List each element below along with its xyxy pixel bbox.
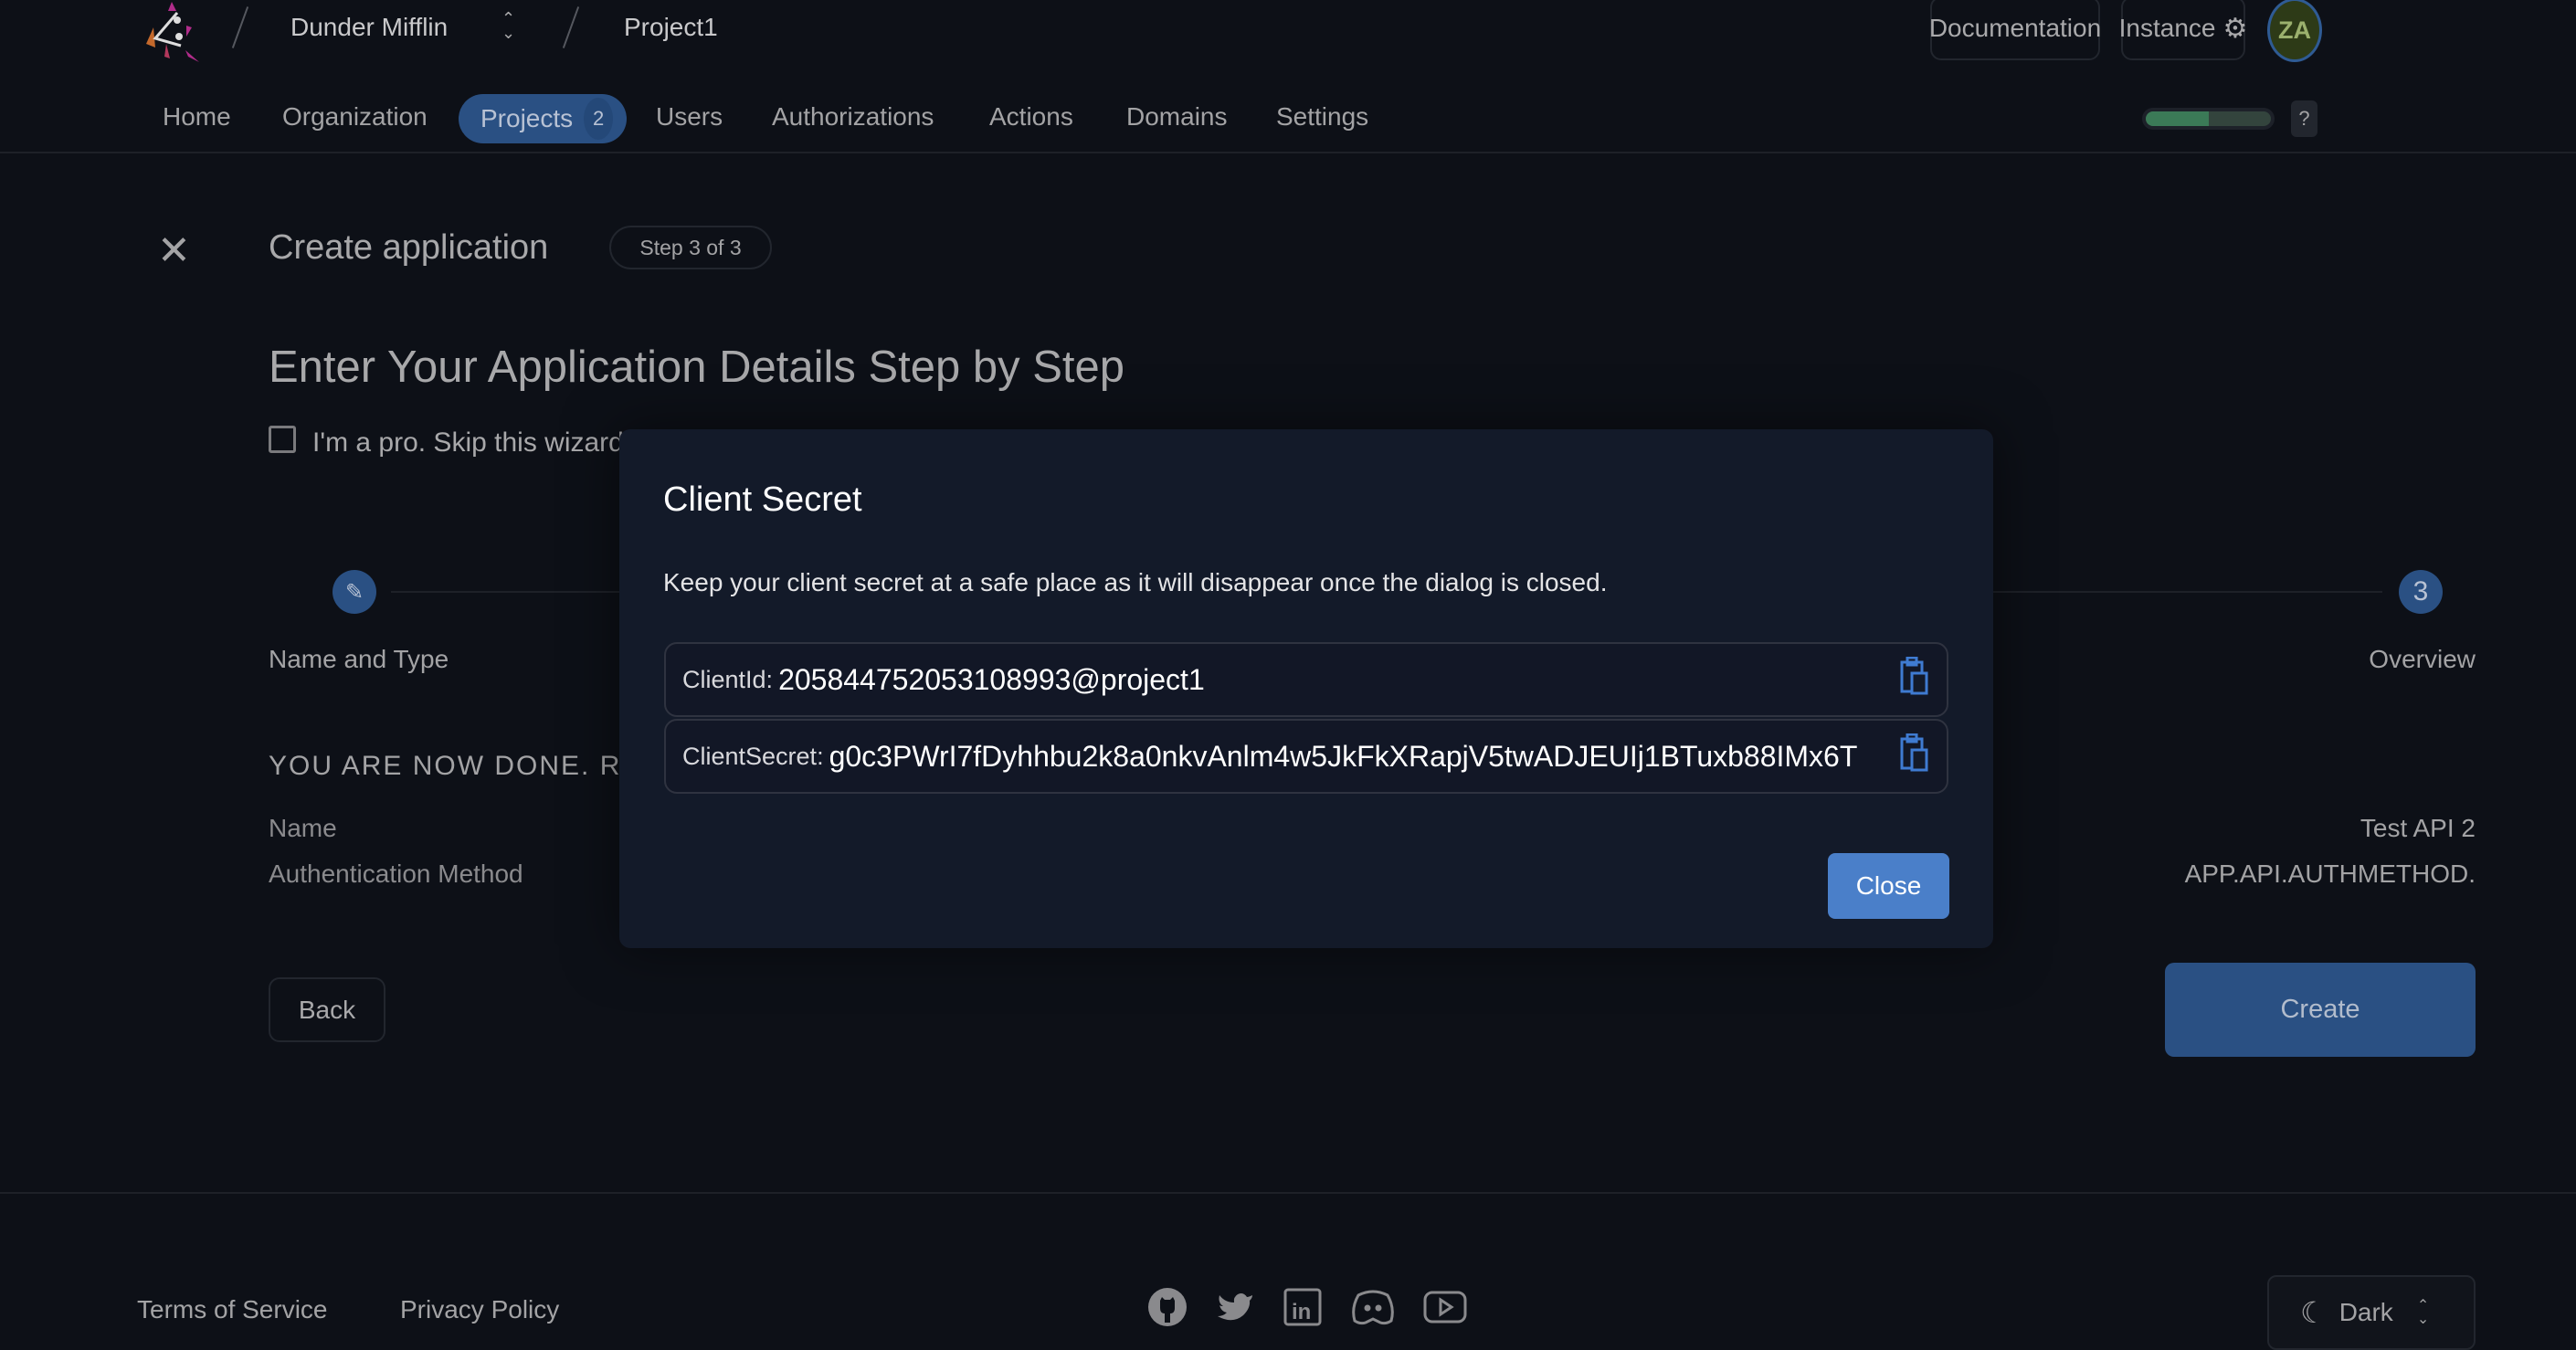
client-secret-label: ClientSecret: bbox=[682, 742, 824, 770]
org-selector[interactable]: Dunder Mifflin bbox=[290, 13, 448, 42]
avatar[interactable]: ZA bbox=[2267, 0, 2322, 62]
step-1-label: Name and Type bbox=[269, 645, 449, 673]
dialog-title: Client Secret bbox=[663, 480, 862, 519]
nav-actions[interactable]: Actions bbox=[989, 102, 1073, 132]
projects-count-badge: 2 bbox=[584, 98, 614, 140]
close-icon[interactable]: ✕ bbox=[157, 231, 191, 271]
project-breadcrumb[interactable]: Project1 bbox=[624, 13, 718, 42]
documentation-button[interactable]: Documentation bbox=[1928, 0, 2102, 60]
step-1-circle[interactable]: ✎ bbox=[333, 570, 376, 614]
clipboard-icon[interactable] bbox=[1899, 733, 1930, 779]
progress-bar bbox=[2142, 108, 2275, 130]
create-button[interactable]: Create bbox=[2165, 963, 2476, 1057]
logo-icon[interactable] bbox=[135, 0, 208, 62]
chevron-updown-icon: ⌃ ⌄ bbox=[2416, 1298, 2430, 1327]
summary-auth-value: APP.API.AUTHMETHOD. bbox=[2184, 860, 2476, 888]
create-label: Create bbox=[2280, 995, 2360, 1024]
breadcrumb-divider bbox=[231, 6, 249, 48]
step-3-label: Overview bbox=[2369, 645, 2476, 673]
instance-label: Instance bbox=[2118, 14, 2216, 42]
close-button[interactable]: Close bbox=[1828, 853, 1949, 919]
theme-select[interactable]: ☾ Dark ⌃ ⌄ bbox=[2267, 1275, 2476, 1350]
gear-icon: ⚙ bbox=[2222, 13, 2248, 44]
progress-fill bbox=[2146, 111, 2209, 126]
youtube-icon[interactable] bbox=[1422, 1286, 1468, 1328]
theme-label: Dark bbox=[2338, 1298, 2393, 1326]
clipboard-icon[interactable] bbox=[1899, 656, 1930, 702]
client-id-label: ClientId: bbox=[682, 665, 774, 693]
github-icon[interactable] bbox=[1146, 1286, 1188, 1328]
close-label: Close bbox=[1855, 871, 1922, 900]
breadcrumb-divider bbox=[562, 6, 580, 48]
client-secret-field[interactable]: ClientSecret: g0c3PWrI7fDyhhbu2k8a0nkvAn… bbox=[664, 719, 1948, 794]
nav-projects-label: Projects bbox=[480, 104, 574, 132]
back-button[interactable]: Back bbox=[269, 977, 385, 1042]
summary-name-key: Name bbox=[269, 814, 337, 842]
page-title: Create application bbox=[269, 228, 549, 267]
nav-domains[interactable]: Domains bbox=[1126, 102, 1227, 132]
done-text: YOU ARE NOW DONE. R bbox=[269, 751, 622, 781]
step-3-circle[interactable]: 3 bbox=[2399, 570, 2443, 614]
client-id-field[interactable]: ClientId: 205844752053108993@project1 bbox=[664, 642, 1948, 717]
nav-projects[interactable]: Projects 2 bbox=[459, 94, 627, 143]
step-3-number: 3 bbox=[2412, 576, 2429, 606]
social-links: in bbox=[1146, 1286, 1468, 1328]
help-label: ? bbox=[2298, 107, 2310, 130]
nav-organization[interactable]: Organization bbox=[282, 102, 428, 132]
avatar-initials: ZA bbox=[2278, 16, 2311, 44]
nav-settings[interactable]: Settings bbox=[1276, 102, 1368, 132]
discord-icon[interactable] bbox=[1349, 1286, 1397, 1328]
client-secret-value: g0c3PWrI7fDyhhbu2k8a0nkvAnlm4w5JkFkXRapj… bbox=[829, 739, 1858, 773]
skip-wizard-label[interactable]: I'm a pro. Skip this wizard bbox=[312, 427, 624, 459]
documentation-label: Documentation bbox=[1928, 14, 2102, 42]
twitter-icon[interactable] bbox=[1214, 1286, 1256, 1328]
page-heading: Enter Your Application Details Step by S… bbox=[269, 343, 1125, 392]
step-badge: Step 3 of 3 bbox=[609, 226, 772, 269]
help-button[interactable]: ? bbox=[2291, 100, 2317, 137]
instance-button[interactable]: Instance ⚙ bbox=[2118, 0, 2248, 60]
pencil-icon: ✎ bbox=[344, 579, 364, 605]
footer-divider bbox=[0, 1192, 2576, 1194]
moon-icon: ☾ bbox=[2300, 1296, 2327, 1329]
privacy-link[interactable]: Privacy Policy bbox=[400, 1295, 559, 1324]
summary-auth-key: Authentication Method bbox=[269, 860, 523, 888]
back-label: Back bbox=[298, 995, 356, 1024]
linkedin-icon[interactable]: in bbox=[1282, 1286, 1324, 1328]
nav-authorizations[interactable]: Authorizations bbox=[772, 102, 934, 132]
nav-home[interactable]: Home bbox=[163, 102, 231, 132]
summary-name-value: Test API 2 bbox=[2360, 814, 2476, 842]
chevron-updown-icon[interactable]: ⌃ ⌄ bbox=[501, 10, 515, 41]
terms-link[interactable]: Terms of Service bbox=[137, 1295, 328, 1324]
dialog-description: Keep your client secret at a safe place … bbox=[663, 568, 1608, 596]
svg-text:in: in bbox=[1292, 1300, 1311, 1324]
skip-wizard-checkbox[interactable] bbox=[269, 426, 296, 453]
client-id-value: 205844752053108993@project1 bbox=[778, 662, 1205, 696]
header-divider bbox=[0, 152, 2576, 153]
nav-users[interactable]: Users bbox=[656, 102, 723, 132]
step-badge-label: Step 3 of 3 bbox=[639, 235, 742, 259]
